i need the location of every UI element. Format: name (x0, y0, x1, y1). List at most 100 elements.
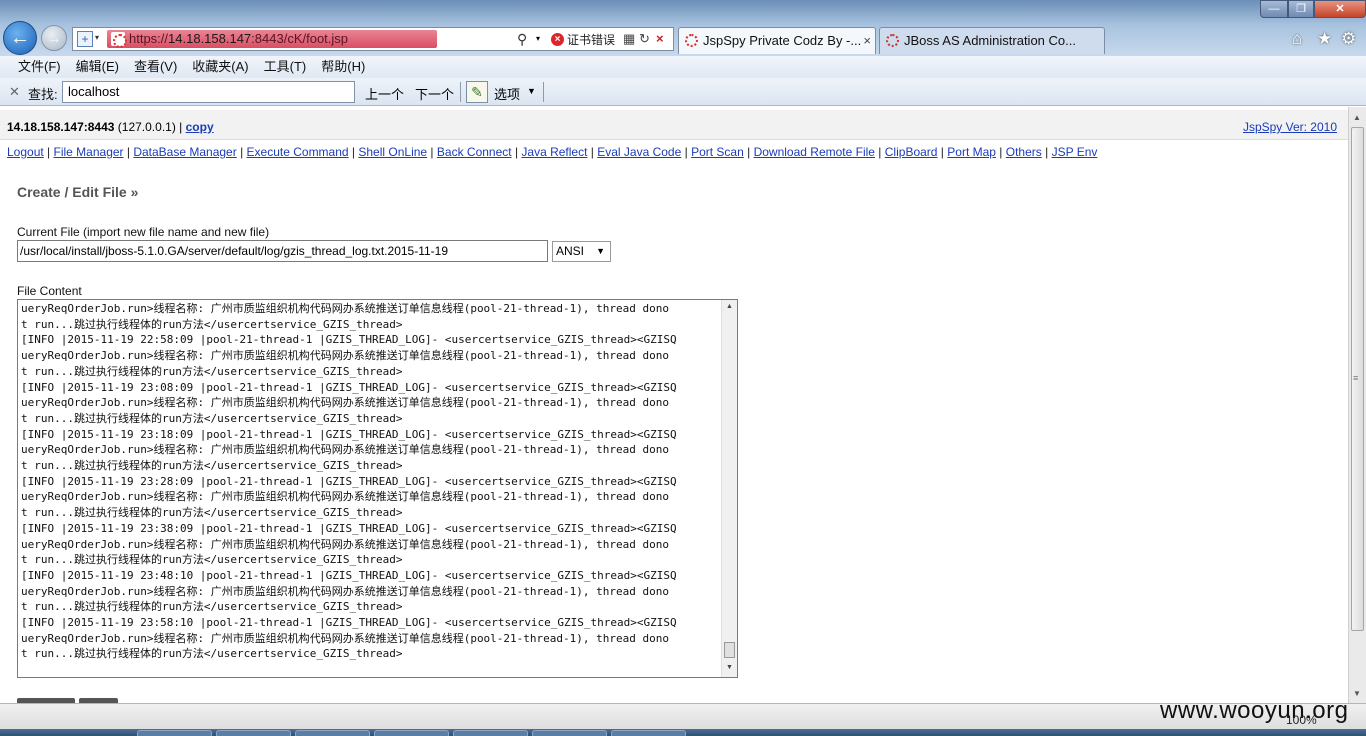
chevron-down-icon[interactable]: ▾ (95, 33, 99, 42)
nav-download-remote-file[interactable]: Download Remote File (754, 145, 875, 159)
file-content-label: File Content (17, 284, 82, 298)
loading-icon (685, 34, 698, 47)
page-scrollbar[interactable]: ▲ ≡ ▼ (1348, 107, 1366, 703)
scroll-thumb[interactable] (724, 642, 735, 658)
nav-clipboard[interactable]: ClipBoard (885, 145, 938, 159)
file-line: t run...跳过执行线程体的run方法</usercertservice_G… (21, 506, 403, 520)
file-line: t run...跳过执行线程体的run方法</usercertservice_G… (21, 553, 403, 567)
version-link[interactable]: JspSpy Ver: 2010 (1243, 120, 1337, 134)
find-input[interactable]: localhost (62, 81, 355, 103)
nav-others[interactable]: Others (1006, 145, 1042, 159)
nav-database-manager[interactable]: DataBase Manager (133, 145, 236, 159)
divider (460, 82, 461, 102)
find-options-button[interactable]: 选项 (494, 84, 520, 103)
nav-execute-command[interactable]: Execute Command (247, 145, 349, 159)
close-icon[interactable]: × (863, 28, 871, 53)
address-bar[interactable]: + ▾ https://14.18.158.147:8443/cK/foot.j… (72, 27, 674, 51)
charset-select[interactable]: ANSI ▼ (552, 241, 611, 262)
minimize-button[interactable]: — (1260, 0, 1288, 18)
nav-jsp-env[interactable]: JSP Env (1052, 145, 1098, 159)
url-field[interactable]: https://14.18.158.147:8443/cK/foot.jsp (107, 30, 437, 48)
nav-eval-java-code[interactable]: Eval Java Code (597, 145, 681, 159)
host-header: 14.18.158.147:8443 (127.0.0.1) | copy Js… (0, 110, 1348, 140)
file-line: [INFO |2015-11-19 23:08:09 |pool-21-thre… (21, 380, 677, 394)
file-line: [INFO |2015-11-19 23:28:09 |pool-21-thre… (21, 474, 677, 488)
menu-favorites[interactable]: 收藏夹(A) (192, 56, 248, 78)
nav-port-map[interactable]: Port Map (947, 145, 996, 159)
menu-help[interactable]: 帮助(H) (321, 56, 365, 78)
file-line: [INFO |2015-11-19 23:58:10 |pool-21-thre… (21, 616, 677, 630)
forward-button[interactable]: → (41, 25, 67, 51)
current-file-input[interactable]: /usr/local/install/jboss-5.1.0.GA/server… (17, 240, 548, 262)
arrow-left-icon: ← (10, 26, 30, 49)
menu-file[interactable]: 文件(F) (18, 56, 61, 78)
taskbar-button[interactable] (374, 730, 449, 736)
chevron-down-icon[interactable]: ▾ (536, 34, 540, 43)
home-icon[interactable]: ⌂ (1292, 29, 1302, 49)
page-content: 14.18.158.147:8443 (127.0.0.1) | copy Js… (0, 107, 1348, 703)
search-icon[interactable]: ⚲ (517, 31, 527, 48)
favorites-star-icon[interactable]: ★ (1317, 29, 1332, 49)
nav-java-reflect[interactable]: Java Reflect (521, 145, 587, 159)
nav-port-scan[interactable]: Port Scan (691, 145, 744, 159)
file-line: ueryReqOrderJob.run>线程名称: 广州市质监组织机构代码网办系… (21, 631, 669, 645)
file-line: t run...跳过执行线程体的run方法</usercertservice_G… (21, 600, 403, 614)
certificate-error-badge[interactable]: × 证书错误 (551, 30, 615, 48)
find-next-button[interactable]: 下一个 (415, 84, 454, 103)
textarea-scrollbar[interactable]: ▲ ▼ (721, 300, 737, 677)
file-content-textarea[interactable]: ueryReqOrderJob.run>线程名称: 广州市质监组织机构代码网办系… (17, 299, 738, 678)
file-line: [INFO |2015-11-19 23:38:09 |pool-21-thre… (21, 521, 677, 535)
refresh-icon[interactable]: ↻ (639, 31, 650, 47)
nav-file-manager[interactable]: File Manager (54, 145, 124, 159)
maximize-button[interactable]: ❐ (1288, 0, 1314, 18)
copy-link[interactable]: copy (186, 120, 214, 134)
file-line: ueryReqOrderJob.run>线程名称: 广州市质监组织机构代码网办系… (21, 490, 669, 504)
watermark: www.wooyun.org (1160, 697, 1349, 724)
file-line: ueryReqOrderJob.run>线程名称: 广州市质监组织机构代码网办系… (21, 302, 669, 315)
back-button[interactable]: ← (3, 21, 37, 55)
scroll-down-icon[interactable]: ▼ (726, 664, 733, 671)
chevron-down-icon[interactable]: ▼ (527, 86, 536, 96)
divider (543, 82, 544, 102)
status-bar: www.wooyun.org 100% (0, 697, 1366, 729)
compat-view-icon[interactable]: ▦ (623, 31, 635, 47)
file-line: [INFO |2015-11-19 23:48:10 |pool-21-thre… (21, 568, 677, 582)
menu-edit[interactable]: 编辑(E) (76, 56, 119, 78)
page-favicon (111, 32, 127, 48)
nav-shell-online[interactable]: Shell OnLine (358, 145, 427, 159)
arrow-right-icon: → (47, 30, 61, 46)
close-window-button[interactable]: ✕ (1314, 0, 1366, 18)
menu-view[interactable]: 查看(V) (134, 56, 177, 78)
find-previous-button[interactable]: 上一个 (365, 84, 404, 103)
file-line: ueryReqOrderJob.run>线程名称: 广州市质监组织机构代码网办系… (21, 537, 669, 551)
compatibility-icon[interactable]: + (77, 31, 93, 47)
taskbar-button[interactable] (532, 730, 607, 736)
scroll-up-icon[interactable]: ▲ (1353, 113, 1361, 122)
scroll-down-icon[interactable]: ▼ (1353, 689, 1361, 698)
highlight-icon[interactable]: ✎ (466, 81, 488, 103)
tab-jspspy[interactable]: JspSpy Private Codz By -... × (678, 27, 876, 54)
taskbar-button[interactable] (453, 730, 528, 736)
nav-links: Logout | File Manager | DataBase Manager… (7, 145, 1098, 159)
file-line: ueryReqOrderJob.run>线程名称: 广州市质监组织机构代码网办系… (21, 584, 669, 598)
url-scheme: https:// (129, 31, 169, 46)
taskbar-button[interactable] (216, 730, 291, 736)
scroll-up-icon[interactable]: ▲ (726, 303, 733, 310)
gear-icon[interactable]: ⚙ (1341, 29, 1356, 49)
tab-label: JBoss AS Administration Co... (904, 33, 1076, 48)
file-line: t run...跳过执行线程体的run方法</usercertservice_G… (21, 317, 403, 331)
menu-tools[interactable]: 工具(T) (264, 56, 307, 78)
taskbar-button[interactable] (611, 730, 686, 736)
url-host: 14.18.158.147 (168, 31, 252, 46)
nav-back-connect[interactable]: Back Connect (437, 145, 512, 159)
stop-icon[interactable]: × (656, 31, 664, 46)
zoom-level[interactable]: 100% (1286, 713, 1317, 727)
close-icon[interactable]: ✕ (9, 84, 20, 100)
file-line: t run...跳过执行线程体的run方法</usercertservice_G… (21, 364, 403, 378)
taskbar-button[interactable] (137, 730, 212, 736)
tab-jboss[interactable]: JBoss AS Administration Co... (879, 27, 1105, 54)
taskbar-button[interactable] (295, 730, 370, 736)
chevron-down-icon: ▼ (596, 246, 605, 256)
error-icon: × (551, 32, 564, 46)
nav-logout[interactable]: Logout (7, 145, 44, 159)
